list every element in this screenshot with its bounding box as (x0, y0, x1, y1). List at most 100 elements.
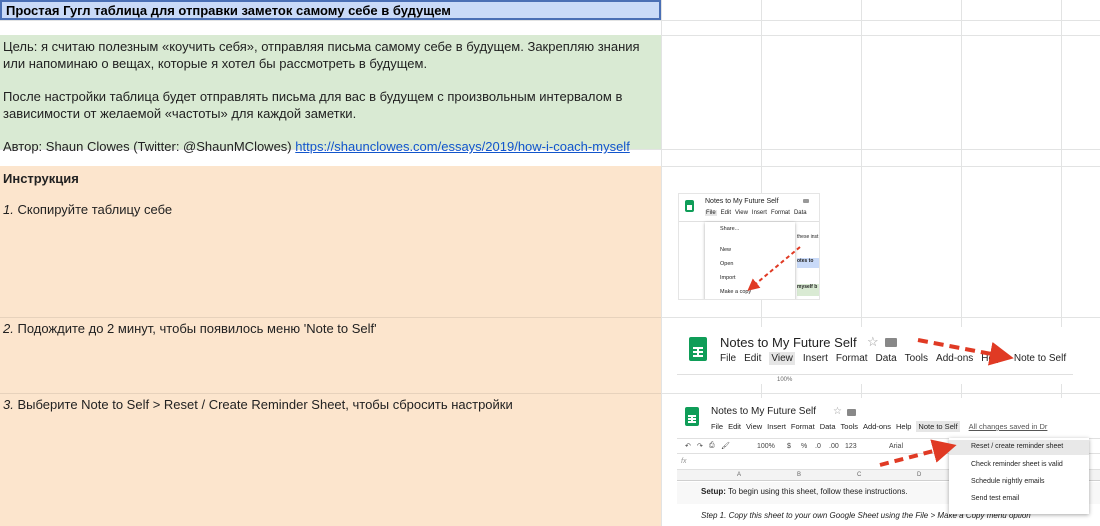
number-format-button: 123 (845, 443, 857, 450)
menu-item-new: New (720, 247, 732, 253)
menu-view: View (769, 352, 795, 365)
menu-view: View (746, 422, 763, 431)
menu-help: Help (981, 353, 1002, 364)
menu-data: Data (875, 353, 897, 364)
doc-title: Notes to My Future Self (711, 406, 817, 417)
step-1: 1. Скопируйте таблицу себе (3, 202, 658, 217)
folder-icon (885, 338, 897, 347)
note-to-self-dropdown: Reset / create reminder sheet Check remi… (949, 438, 1089, 514)
menu-format: Format (835, 353, 868, 364)
folder-icon (847, 409, 856, 416)
menu-note-to-self: Note to Self (916, 421, 960, 432)
author-link[interactable]: https://shaunclowes.com/essays/2019/how-… (295, 139, 630, 154)
saved-status: All changes saved in Dr (968, 422, 1048, 431)
menu-format: Format (770, 210, 790, 216)
menu-insert: Insert (751, 210, 767, 216)
file-dropdown: Share... New Open Import Make a copy (705, 222, 795, 299)
col-header: A (737, 472, 742, 478)
menu-edit: Edit (720, 210, 732, 216)
print-icon: ⎙ (709, 442, 715, 449)
menu-item-test-email: Send test email (971, 495, 1020, 502)
menu-addons: Add-ons (936, 353, 974, 364)
step-text: Выберите Note to Self > Reset / Create R… (17, 397, 513, 412)
menu-bar: File Edit View Insert Format Data (705, 210, 811, 216)
percent-button: % (801, 443, 808, 450)
title-cell[interactable]: Простая Гугл таблица для отправки замето… (0, 0, 661, 20)
menu-item-reset: Reset / create reminder sheet (971, 443, 1064, 450)
currency-button: $ (787, 443, 791, 450)
doc-title: Notes to My Future Self (705, 198, 779, 205)
menu-data: Data (819, 422, 836, 431)
star-icon: ☆ (867, 334, 879, 349)
menu-edit: Edit (744, 353, 762, 364)
folder-icon (803, 199, 809, 203)
menu-view: View (735, 210, 748, 216)
col-header: D (917, 472, 922, 478)
screenshot-note-menu: Notes to My Future Self ☆ File Edit View In… (677, 327, 1073, 384)
decimal-decrease-button: .0 (815, 443, 821, 450)
menu-addons: Add-ons (863, 422, 891, 431)
menu-item-schedule: Schedule nightly emails (971, 478, 1045, 485)
doc-title: Notes to My Future Self (720, 335, 857, 350)
peek-cell: otes to (797, 258, 819, 268)
menu-format: Format (790, 422, 815, 431)
redo-icon: ↷ (697, 443, 703, 450)
menu-item-make-copy: Make a copy (720, 289, 752, 295)
step-2-cell[interactable]: 2. Подождите до 2 минут, чтобы появилось… (0, 317, 661, 393)
step-text: Скопируйте таблицу себе (17, 202, 173, 217)
menu-file: File (720, 353, 737, 364)
col-header: B (797, 472, 802, 478)
step-number: 2. (3, 321, 14, 336)
zoom-hint: 100% (777, 377, 793, 383)
sheet-title: Простая Гугл таблица для отправки замето… (6, 3, 451, 18)
menu-insert: Insert (767, 422, 786, 431)
menu-edit: Edit (728, 422, 742, 431)
star-icon: ☆ (833, 406, 842, 417)
setup-label: Setup: (701, 487, 726, 496)
menu-item-import: Import (720, 275, 736, 281)
menu-item-share: Share... (720, 226, 740, 232)
step-3: 3. Выберите Note to Self > Reset / Creat… (3, 397, 658, 412)
col-header: C (857, 472, 862, 478)
menu-note-to-self: Note to Self (1013, 353, 1067, 364)
zoom-select: 100% (757, 443, 775, 450)
sheets-logo-icon (685, 407, 699, 426)
menu-tools: Tools (904, 353, 929, 364)
author-text: Автор: Shaun Clowes (Twitter: @ShaunMClo… (3, 139, 292, 154)
peek-cell: myself b (797, 284, 819, 296)
setup-text: После настройки таблица будет отправлять… (3, 89, 623, 121)
instructions-header: Инструкция (3, 171, 79, 186)
menu-file: File (705, 210, 717, 216)
peek-cell: these inst (797, 234, 819, 240)
menu-bar: File Edit View Insert Format Data Tools Add-ons… (711, 421, 1052, 432)
fx-icon: fx (681, 458, 687, 465)
setup-text: To begin using this sheet, follow these … (725, 487, 908, 496)
menu-file: File (711, 422, 724, 431)
font-select: Arial (889, 443, 904, 450)
step-number: 3. (3, 397, 14, 412)
menu-data: Data (793, 210, 807, 216)
setup-row-text: Setup: To begin using this sheet, follow… (701, 487, 908, 496)
sheets-logo-icon (689, 337, 707, 361)
menu-help: Help (895, 422, 912, 431)
step-number: 1. (3, 202, 14, 217)
undo-icon: ↶ (685, 443, 691, 450)
intro-cell[interactable]: Цель: я считаю полезным «коучить себя», … (0, 35, 661, 154)
menu-bar: File Edit View Insert Format Data Tools Add-ons… (720, 352, 1073, 365)
sheets-logo-icon (685, 200, 694, 212)
sheet-peek: these inst otes to myself b (797, 234, 819, 299)
menu-item-open: Open (720, 261, 734, 267)
step-2: 2. Подождите до 2 минут, чтобы появилось… (3, 321, 658, 336)
paint-format-icon: 🖌 (721, 443, 730, 450)
author-line: Автор: Shaun Clowes (Twitter: @ShaunMClo… (3, 138, 658, 155)
goal-text: Цель: я считаю полезным «коучить себя», … (3, 39, 640, 71)
screenshot-reset-menu: Notes to My Future Self ☆ File Edit View In… (677, 398, 1100, 526)
menu-item-check: Check reminder sheet is valid (971, 461, 1063, 468)
decimal-increase-button: .00 (829, 443, 839, 450)
step-3-cell[interactable]: 3. Выберите Note to Self > Reset / Creat… (0, 393, 661, 526)
screenshot-file-menu: Notes to My Future Self File Edit View Inse… (678, 193, 820, 300)
toolbar: 100% (677, 374, 1073, 384)
instructions-cell[interactable]: Инструкция 1. Скопируйте таблицу себе (0, 166, 661, 317)
step-text: Подождите до 2 минут, чтобы появилось ме… (17, 321, 377, 336)
menu-tools: Tools (840, 422, 859, 431)
